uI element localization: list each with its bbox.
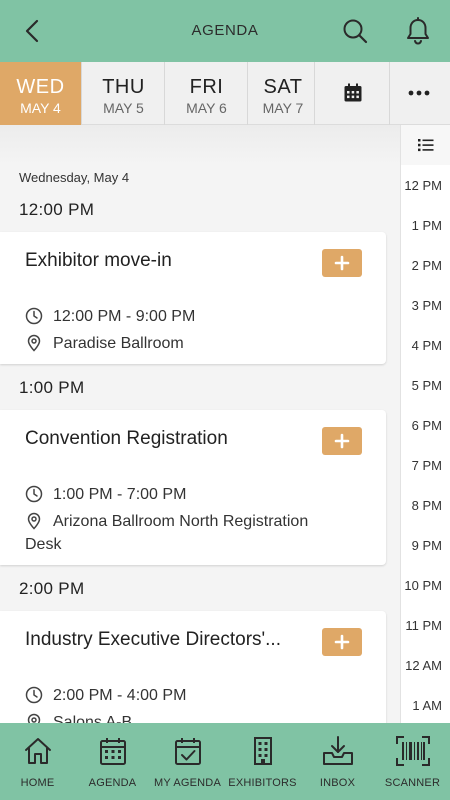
home-icon <box>25 738 51 764</box>
timeline-label[interactable]: 4 PM <box>412 338 442 353</box>
timeline-label[interactable]: 6 PM <box>412 418 442 433</box>
list-view-button[interactable] <box>401 125 450 165</box>
page-title: AGENDA <box>191 22 259 39</box>
clock-icon <box>25 307 43 325</box>
day-date: MAY 6 <box>186 100 227 116</box>
nav-exhibitors[interactable]: EXHIBITORS <box>225 723 300 800</box>
session-time: 12:00 PM - 9:00 PM <box>25 305 195 328</box>
calendar-button[interactable] <box>314 62 390 125</box>
search-icon[interactable] <box>340 16 370 46</box>
plus-icon <box>334 433 350 449</box>
calendar-check-icon <box>175 738 201 765</box>
session-location: Arizona Ballroom North Registration Desk <box>25 512 309 553</box>
nav-home[interactable]: HOME <box>0 723 75 800</box>
time-group-heading: 1:00 PM <box>19 378 85 397</box>
day-tab-fri[interactable]: FRI MAY 6 <box>166 62 248 125</box>
day-date: MAY 5 <box>103 100 144 116</box>
map-pin-icon <box>27 334 41 352</box>
nav-agenda[interactable]: AGENDA <box>75 723 150 800</box>
calendar-icon <box>344 83 362 102</box>
timeline-label[interactable]: 1 PM <box>412 218 442 233</box>
day-tab-wed[interactable]: WED MAY 4 <box>0 62 82 125</box>
date-label: Wednesday, May 4 <box>19 170 130 185</box>
timeline-label[interactable]: 8 PM <box>412 498 442 513</box>
top-bar: AGENDA <box>0 0 450 62</box>
more-horizontal-icon <box>408 90 430 96</box>
session-location: Salons A-B <box>25 711 132 723</box>
day-date: MAY 4 <box>20 100 61 116</box>
session-card[interactable]: Industry Executive Directors'... 2:00 PM… <box>0 611 386 723</box>
nav-inbox[interactable]: INBOX <box>300 723 375 800</box>
time-group-heading: 2:00 PM <box>19 579 85 598</box>
map-pin-icon <box>27 512 41 530</box>
plus-icon <box>334 634 350 650</box>
day-selector: WED MAY 4 THU MAY 5 FRI MAY 6 SAT MAY 7 <box>0 62 450 125</box>
nav-label: EXHIBITORS <box>228 777 297 789</box>
session-title: Industry Executive Directors'... <box>25 629 281 650</box>
nav-label: AGENDA <box>88 777 137 789</box>
add-to-agenda-button[interactable] <box>322 628 362 656</box>
building-icon <box>254 737 272 765</box>
timeline-label[interactable]: 12 PM <box>404 178 442 193</box>
session-title: Convention Registration <box>25 428 228 449</box>
timeline-label[interactable]: 7 PM <box>412 458 442 473</box>
day-name: WED <box>16 76 65 98</box>
plus-icon <box>334 255 350 271</box>
inbox-icon <box>323 736 353 765</box>
day-name: FRI <box>189 76 224 98</box>
day-tab-thu[interactable]: THU MAY 5 <box>83 62 165 125</box>
nav-scanner[interactable]: SCANNER <box>375 723 450 800</box>
bottom-nav: HOME AGENDA MY AGENDA EXHIBITORS INBOX S… <box>0 723 450 800</box>
day-name: SAT <box>263 76 303 98</box>
timeline-label[interactable]: 2 PM <box>412 258 442 273</box>
nav-label: MY AGENDA <box>153 777 221 789</box>
more-button[interactable] <box>390 62 450 125</box>
timeline-label[interactable]: 5 PM <box>412 378 442 393</box>
session-card[interactable]: Convention Registration 1:00 PM - 7:00 P… <box>0 410 386 565</box>
timeline-label[interactable]: 1 AM <box>412 698 442 713</box>
schedule-list[interactable]: Wednesday, May 4 12:00 PM Exhibitor move… <box>0 125 400 723</box>
session-time: 1:00 PM - 7:00 PM <box>25 483 186 506</box>
nav-my-agenda[interactable]: MY AGENDA <box>150 723 225 800</box>
session-card[interactable]: Exhibitor move-in 12:00 PM - 9:00 PM Par… <box>0 232 386 364</box>
add-to-agenda-button[interactable] <box>322 249 362 277</box>
nav-label: HOME <box>20 777 55 789</box>
list-icon <box>418 139 434 152</box>
add-to-agenda-button[interactable] <box>322 427 362 455</box>
map-pin-icon <box>27 713 41 723</box>
timeline-label[interactable]: 9 PM <box>412 538 442 553</box>
session-location: Paradise Ballroom <box>25 332 184 355</box>
session-title: Exhibitor move-in <box>25 250 172 271</box>
clock-icon <box>25 686 43 704</box>
day-name: THU <box>102 76 145 98</box>
barcode-icon <box>396 736 430 766</box>
clock-icon <box>25 485 43 503</box>
nav-label: INBOX <box>319 777 356 789</box>
bell-icon[interactable] <box>402 15 434 47</box>
time-scrubber[interactable]: 12 PM 1 PM 2 PM 3 PM 4 PM 5 PM 6 PM 7 PM 8 PM 9 P… <box>400 125 450 723</box>
timeline-label[interactable]: 3 PM <box>412 298 442 313</box>
timeline-label[interactable]: 12 AM <box>405 658 442 673</box>
day-tab-sat[interactable]: SAT MAY 7 <box>249 62 317 125</box>
timeline-label[interactable]: 11 PM <box>405 618 442 633</box>
day-date: MAY 7 <box>262 100 304 116</box>
calendar-icon <box>100 738 126 765</box>
time-group-heading: 12:00 PM <box>19 200 95 219</box>
session-time: 2:00 PM - 4:00 PM <box>25 684 186 707</box>
nav-label: SCANNER <box>384 777 441 789</box>
timeline-label[interactable]: 10 PM <box>404 578 442 593</box>
